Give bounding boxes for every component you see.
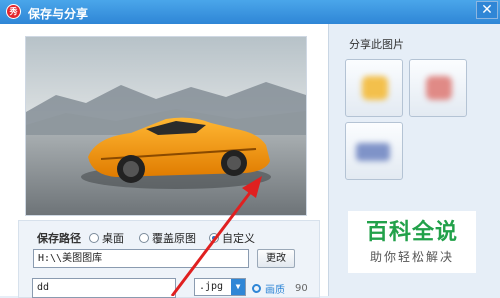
radio-custom[interactable]: 自定义 bbox=[209, 230, 255, 246]
change-path-button[interactable]: 更改 bbox=[257, 249, 295, 268]
quality-setting[interactable]: 画质 90 bbox=[252, 281, 308, 296]
share-mail-button[interactable] bbox=[345, 122, 403, 180]
radio-overwrite[interactable]: 覆盖原图 bbox=[139, 230, 196, 246]
radio-overwrite-label: 覆盖原图 bbox=[152, 232, 196, 245]
dropdown-arrow-icon[interactable]: ▼ bbox=[231, 279, 245, 295]
title-bar: 秀 保存与分享 ✕ bbox=[0, 0, 500, 24]
radio-desktop[interactable]: 桌面 bbox=[89, 230, 124, 246]
car-photo bbox=[26, 37, 306, 215]
watermark-sub: 助你轻松解决 bbox=[369, 250, 454, 264]
radio-overwrite-circle[interactable] bbox=[139, 233, 149, 243]
radio-custom-label: 自定义 bbox=[222, 232, 255, 245]
window-title: 保存与分享 bbox=[28, 7, 89, 21]
watermark-main: 百科全说 bbox=[365, 220, 458, 245]
format-select-value: .jpg bbox=[199, 281, 224, 292]
save-path-field[interactable]: H:\\美图图库 bbox=[33, 249, 249, 268]
save-path-label: 保存路径 bbox=[37, 232, 81, 245]
app-logo-icon: 秀 bbox=[6, 4, 21, 19]
quality-label: 画质 bbox=[265, 285, 285, 296]
close-button[interactable]: ✕ bbox=[476, 1, 498, 19]
left-panel: 保存路径 桌面 覆盖原图 自定义 H:\\美图图库 更改 dd .jpg ▼ 画… bbox=[0, 24, 328, 298]
filename-field[interactable]: dd bbox=[32, 278, 176, 298]
image-preview bbox=[25, 36, 307, 216]
quality-value: 90 bbox=[295, 283, 308, 294]
share-mail-icon bbox=[356, 143, 390, 161]
share-qzone-icon bbox=[426, 76, 452, 100]
radio-custom-circle[interactable] bbox=[209, 233, 219, 243]
share-weibo-icon bbox=[362, 76, 388, 100]
share-weibo-button[interactable] bbox=[345, 59, 403, 117]
gear-icon bbox=[252, 284, 261, 293]
share-title: 分享此图片 bbox=[349, 38, 404, 51]
share-qzone-button[interactable] bbox=[409, 59, 467, 117]
radio-desktop-circle[interactable] bbox=[89, 233, 99, 243]
radio-desktop-label: 桌面 bbox=[102, 232, 124, 245]
format-select[interactable]: .jpg ▼ bbox=[194, 278, 246, 296]
watermark-logo: 百科全说 助你轻松解决 bbox=[348, 211, 476, 273]
